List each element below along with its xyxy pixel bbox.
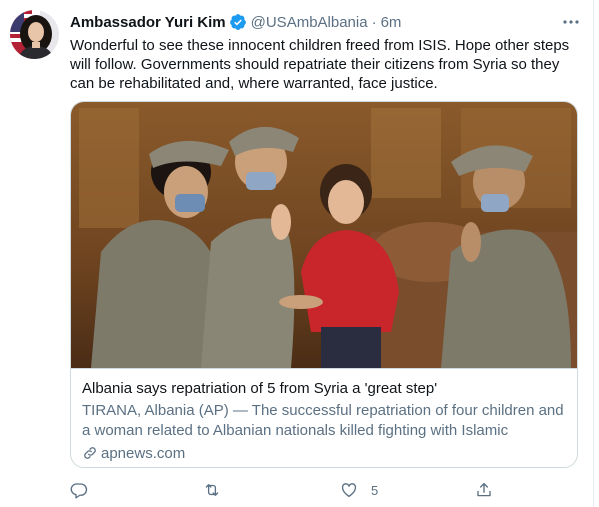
avatar-image xyxy=(10,10,59,59)
user-handle[interactable]: @USAmbAlbania xyxy=(251,14,368,31)
more-options-icon[interactable] xyxy=(561,12,581,32)
card-description: TIRANA, Albania (AP) — The successful re… xyxy=(82,402,564,439)
tweet-text: Wonderful to see these innocent children… xyxy=(70,37,570,92)
display-name[interactable]: Ambassador Yuri Kim xyxy=(70,14,226,31)
timestamp[interactable]: 6m xyxy=(381,14,402,31)
retweet-icon xyxy=(205,484,219,496)
tweet[interactable]: Ambassador Yuri Kim @USAmbAlbania · 6m W… xyxy=(0,0,594,507)
share-icon xyxy=(477,482,491,497)
like-button[interactable]: 5 xyxy=(340,480,378,500)
avatar[interactable] xyxy=(10,10,59,59)
link-icon xyxy=(84,447,96,459)
card-meta: Albania says repatriation of 5 from Syri… xyxy=(71,368,577,467)
card-image[interactable] xyxy=(71,102,577,368)
like-count: 5 xyxy=(371,482,379,498)
tweet-header: Ambassador Yuri Kim @USAmbAlbania · 6m xyxy=(70,12,580,32)
card-domain[interactable]: apnews.com xyxy=(82,443,185,463)
heart-icon xyxy=(341,483,357,498)
reply-button[interactable] xyxy=(70,480,88,500)
separator-dot: · xyxy=(371,13,377,31)
card-title[interactable]: Albania says repatriation of 5 from Syri… xyxy=(82,380,572,398)
share-button[interactable] xyxy=(475,480,493,500)
action-bar: 5 xyxy=(70,480,580,500)
card-domain-text: apnews.com xyxy=(101,444,186,462)
retweet-button[interactable] xyxy=(203,480,221,500)
link-card[interactable]: Albania says repatriation of 5 from Syri… xyxy=(70,101,578,468)
verified-badge-icon xyxy=(229,13,247,31)
reply-icon xyxy=(70,483,88,499)
